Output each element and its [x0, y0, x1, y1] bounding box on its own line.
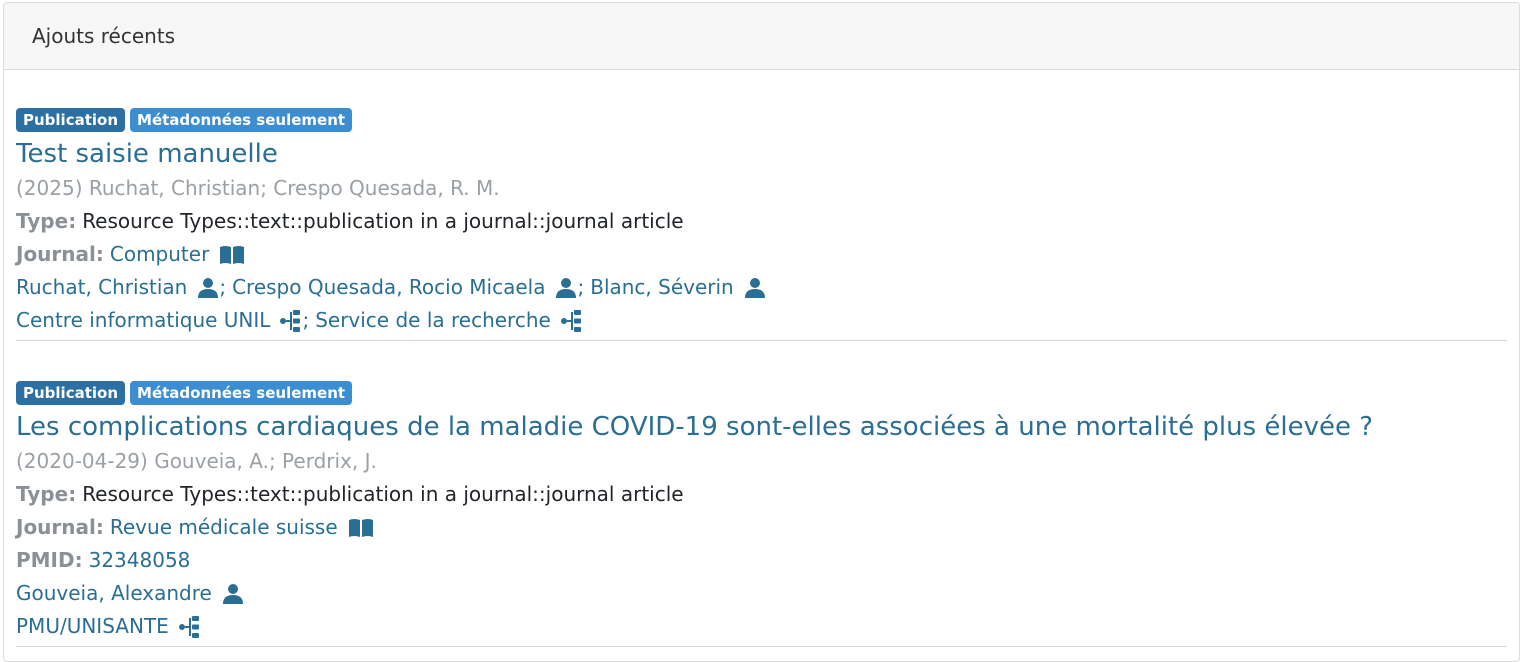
recent-additions-panel: Ajouts récents Publication Métadonnées s… [3, 2, 1520, 662]
item-people-line: Ruchat, Christian ; Crespo Quesada, Roci… [16, 271, 1507, 304]
item-date-authors: (2025) Ruchat, Christian; Crespo Quesada… [16, 176, 500, 200]
unit-link[interactable]: Service de la recherche [315, 304, 551, 337]
list-item: Publication Métadonnées seulement Test s… [16, 70, 1507, 341]
panel-title: Ajouts récents [32, 24, 176, 48]
book-open-icon[interactable] [219, 245, 245, 265]
org-chart-icon[interactable] [178, 615, 201, 639]
journal-label: Journal: [16, 242, 104, 266]
badge-metadata-only: Métadonnées seulement [130, 381, 353, 405]
separator: ; [302, 308, 310, 332]
item-type-line: Type: Resource Types::text::publication … [16, 205, 1507, 238]
user-icon[interactable] [744, 277, 766, 299]
type-value: Resource Types::text::publication in a j… [82, 209, 684, 233]
org-chart-icon[interactable] [280, 309, 302, 333]
org-chart-icon[interactable] [560, 309, 583, 333]
badge-publication: Publication [16, 108, 126, 132]
journal-label: Journal: [16, 515, 104, 539]
pmid-label: PMID: [16, 548, 83, 572]
item-title-link[interactable]: Test saisie manuelle [16, 137, 1507, 172]
item-date-authors: (2020-04-29) Gouveia, A.; Perdrix, J. [16, 449, 377, 473]
badge-metadata-only: Métadonnées seulement [130, 108, 353, 132]
badge-group: Publication Métadonnées seulement [16, 381, 1507, 405]
item-title-link[interactable]: Les complications cardiaques de la malad… [16, 410, 1507, 445]
journal-link[interactable]: Revue médicale suisse [110, 511, 338, 544]
item-units-line: Centre informatique UNIL ; Service de la… [16, 304, 1507, 337]
item-journal-line: Journal: Revue médicale suisse [16, 511, 1507, 544]
badge-publication: Publication [16, 381, 126, 405]
item-journal-line: Journal: Computer [16, 238, 1507, 271]
recent-items-list: Publication Métadonnées seulement Test s… [4, 70, 1519, 647]
pmid-link[interactable]: 32348058 [89, 544, 191, 577]
user-icon[interactable] [222, 583, 244, 605]
panel-header: Ajouts récents [4, 3, 1519, 70]
user-icon[interactable] [555, 277, 577, 299]
person-link[interactable]: Blanc, Séverin [590, 271, 734, 304]
separator: ; [577, 275, 585, 299]
person-link[interactable]: Crespo Quesada, Rocio Micaela [232, 271, 545, 304]
person-link[interactable]: Ruchat, Christian [16, 271, 187, 304]
journal-link[interactable]: Computer [110, 238, 209, 271]
user-icon[interactable] [197, 277, 219, 299]
person-link[interactable]: Gouveia, Alexandre [16, 577, 212, 610]
book-open-icon[interactable] [348, 518, 374, 538]
type-value: Resource Types::text::publication in a j… [82, 482, 684, 506]
item-people-line: Gouveia, Alexandre [16, 577, 1507, 610]
badge-group: Publication Métadonnées seulement [16, 108, 1507, 132]
type-label: Type: [16, 209, 77, 233]
item-units-line: PMU/UNISANTE [16, 610, 1507, 643]
separator: ; [219, 275, 227, 299]
item-pmid-line: PMID: 32348058 [16, 544, 1507, 577]
list-item: Publication Métadonnées seulement Les co… [16, 341, 1507, 647]
unit-link[interactable]: Centre informatique UNIL [16, 304, 270, 337]
unit-link[interactable]: PMU/UNISANTE [16, 610, 169, 643]
item-type-line: Type: Resource Types::text::publication … [16, 478, 1507, 511]
type-label: Type: [16, 482, 77, 506]
